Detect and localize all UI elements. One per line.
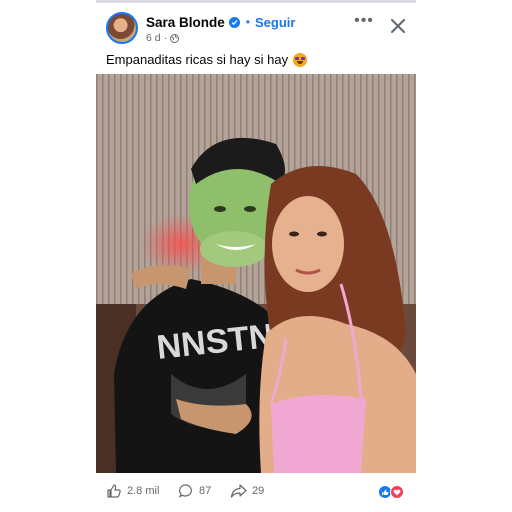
- share-button[interactable]: 29: [230, 483, 264, 499]
- post-time[interactable]: 6 d: [146, 32, 161, 44]
- post-photo[interactable]: NNSTN: [96, 74, 416, 473]
- share-count: 29: [252, 485, 265, 497]
- meta-separator: ·: [163, 32, 168, 44]
- star-struck-emoji-icon: [293, 52, 308, 67]
- like-reaction-icon: [378, 485, 392, 499]
- comment-icon: [178, 484, 192, 498]
- like-button[interactable]: 2.8 mil: [106, 483, 159, 499]
- verified-badge-icon: [228, 16, 240, 28]
- close-icon[interactable]: [390, 18, 406, 34]
- author-name[interactable]: Sara Blonde: [146, 15, 225, 30]
- top-divider: [96, 0, 416, 3]
- like-icon: [107, 484, 121, 498]
- post-caption: Empanaditas ricas si hay si hay: [106, 52, 406, 67]
- more-options-icon[interactable]: •••: [354, 13, 374, 30]
- facebook-post: Sara Blonde • Seguir 6 d · ••• Empanadit…: [96, 0, 416, 512]
- globe-icon: [170, 33, 180, 43]
- post-meta: 6 d ·: [146, 32, 180, 44]
- reaction-summary[interactable]: [378, 485, 406, 499]
- avatar[interactable]: [106, 12, 138, 44]
- post-actions: 2.8 mil 87 29: [96, 478, 416, 506]
- like-count: 2.8 mil: [127, 485, 160, 497]
- comment-button[interactable]: 87: [178, 483, 211, 499]
- comment-count: 87: [199, 485, 212, 497]
- separator-dot: •: [245, 15, 250, 29]
- follow-button[interactable]: Seguir: [255, 15, 295, 30]
- caption-text: Empanaditas ricas si hay si hay: [106, 52, 289, 67]
- photo-illustration: NNSTN: [96, 74, 416, 473]
- author-row: Sara Blonde • Seguir: [146, 13, 295, 31]
- post-header: Sara Blonde • Seguir 6 d · •••: [96, 8, 416, 52]
- love-reaction-icon: [390, 485, 404, 499]
- share-icon: [230, 484, 247, 498]
